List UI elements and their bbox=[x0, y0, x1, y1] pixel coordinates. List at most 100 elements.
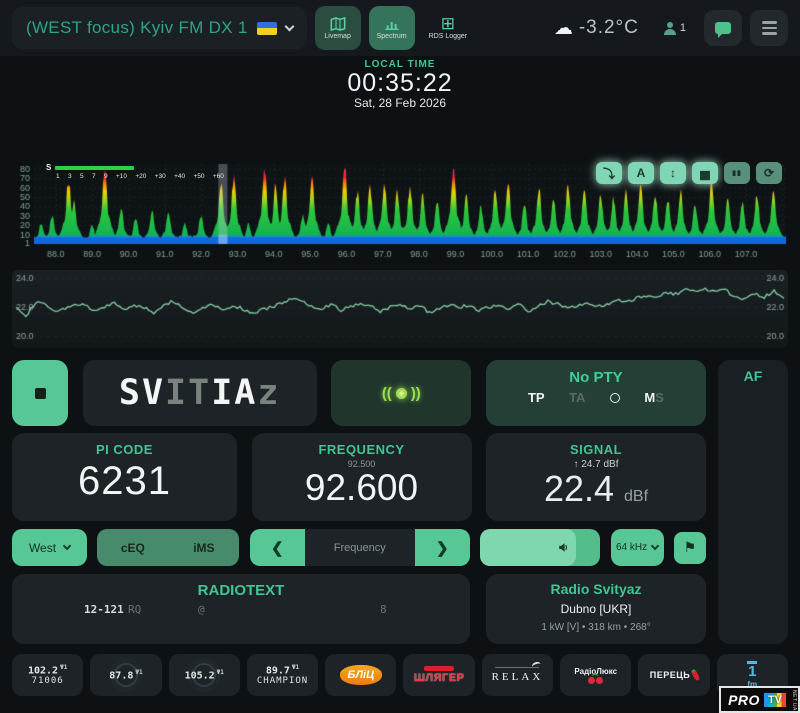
s-meter-tick: +40 bbox=[174, 173, 185, 180]
perets-logo: ПЕРЕЦЬ bbox=[650, 669, 699, 681]
signal-panel: SIGNAL ↑ 24.7 dBf 22.4 dBf bbox=[486, 433, 706, 521]
signal-history-canvas bbox=[12, 270, 788, 348]
volume-fill bbox=[480, 529, 576, 566]
grid-icon: ⊞ bbox=[441, 16, 455, 31]
hamburger-icon bbox=[762, 21, 777, 34]
tune-up-button[interactable]: ❯ bbox=[415, 529, 470, 566]
local-clock: LOCAL TIME 00:35:22 Sat, 28 Feb 2026 bbox=[0, 59, 800, 110]
scroll-to-tuned-button[interactable]: ⤵ bbox=[596, 162, 622, 184]
preset-frequency: 102.2Ψ1 bbox=[28, 664, 67, 676]
transmitter-info-panel: Radio Svityaz Dubno [UKR] 1 kW [V] • 318… bbox=[486, 574, 706, 644]
pty-value: No PTY bbox=[486, 369, 706, 386]
bandwidth-dropdown[interactable]: 64 kHz bbox=[611, 529, 664, 566]
s-meter-tick: +60 bbox=[213, 173, 224, 180]
preset-button-6[interactable]: ШЛЯГЕР bbox=[403, 654, 474, 696]
livemap-button[interactable]: Livemap bbox=[315, 6, 361, 50]
preset-button-8[interactable]: РадіоЛюкс bbox=[560, 654, 631, 696]
region-dropdown[interactable]: West bbox=[12, 529, 87, 566]
eq-button[interactable]: cEQ bbox=[97, 529, 168, 566]
transmitter-details: 1 kW [V] • 318 km • 268° bbox=[486, 622, 706, 633]
station-title: (WEST focus) Kyiv FM DX 1 bbox=[26, 18, 248, 38]
pi-code-title: PI CODE bbox=[12, 442, 237, 457]
preset-button-7[interactable]: RELAX bbox=[482, 654, 553, 696]
bandwidth-value: 64 kHz bbox=[616, 542, 647, 553]
preset-button-1[interactable]: 102.2Ψ171006 bbox=[12, 654, 83, 696]
stereo-indicator-icon bbox=[610, 393, 620, 403]
spectrum-button[interactable]: Spectrum bbox=[369, 6, 415, 50]
preset-button-9[interactable]: ПЕРЕЦЬ bbox=[638, 654, 709, 696]
shlyager-logo: ШЛЯГЕР bbox=[414, 672, 465, 684]
preset-button-4[interactable]: 89.7Ψ1CHAMPION bbox=[247, 654, 318, 696]
frequency-input[interactable]: Frequency bbox=[305, 529, 415, 566]
pause-button[interactable]: ▮▮ bbox=[724, 162, 750, 184]
cherries-icon bbox=[588, 677, 603, 684]
radiotext-content: 12-121 RQ @8 bbox=[12, 603, 470, 623]
transmitter-name: Radio Svityaz bbox=[486, 581, 706, 597]
station-selector[interactable]: (WEST focus) Kyiv FM DX 1 bbox=[12, 7, 307, 49]
pi-code-panel: PI CODE 6231 bbox=[12, 433, 237, 521]
chevron-down-icon bbox=[284, 21, 294, 31]
tune-down-button[interactable]: ❮ bbox=[250, 529, 305, 566]
preset-row: 102.2Ψ17100687.8Ψ1105.2Ψ189.7Ψ1CHAMPIONБ… bbox=[12, 654, 788, 696]
region-value: West bbox=[29, 541, 56, 555]
menu-button[interactable] bbox=[750, 10, 788, 46]
protv-pro-text: PRO bbox=[728, 692, 760, 708]
s-meter-tick: +50 bbox=[193, 173, 204, 180]
af-list-panel: AF bbox=[718, 360, 788, 644]
green-square-toggle[interactable] bbox=[12, 360, 68, 426]
signal-value: 22.4 dBf bbox=[486, 470, 706, 515]
ps-name: SVITIAz bbox=[119, 373, 281, 413]
main-panels: SVITIAz (( )) No PTY TP TA MS PI CODE 62… bbox=[12, 360, 788, 644]
auto-mode-button[interactable]: A bbox=[628, 162, 654, 184]
s-meter-tick: 3 bbox=[68, 173, 72, 180]
preset-button-2[interactable]: 87.8Ψ1 bbox=[90, 654, 161, 696]
radiotext-fragment: 8 bbox=[380, 603, 387, 616]
frequency-title: FREQUENCY bbox=[252, 442, 472, 457]
radiotext-fragment: RQ bbox=[128, 603, 141, 616]
rds-logger-button[interactable]: ⊞ RDS Logger bbox=[423, 6, 474, 50]
ta-flag: TA bbox=[569, 390, 585, 405]
refresh-button[interactable]: ⟳ bbox=[756, 162, 782, 184]
preset-button-5[interactable]: БЛіЦ bbox=[325, 654, 396, 696]
placeholder-logo-icon bbox=[114, 663, 138, 687]
chat-icon bbox=[715, 22, 731, 34]
transmitter-city: Dubno [UKR] bbox=[486, 602, 706, 616]
pi-code-value: 6231 bbox=[12, 457, 237, 505]
graph-style-button[interactable]: ▅ bbox=[692, 162, 718, 184]
s-meter: S 13579+10+20+30+40+50+60 bbox=[46, 163, 226, 180]
preset-label: CHAMPION bbox=[257, 676, 308, 686]
blitz-fm-logo: БЛіЦ bbox=[340, 665, 383, 685]
s-meter-tick: 1 bbox=[56, 173, 60, 180]
chat-button[interactable] bbox=[704, 10, 742, 46]
relax-logo: RELAX bbox=[492, 671, 544, 683]
s-meter-tick: 5 bbox=[80, 173, 84, 180]
eq-ims-toggle: cEQ iMS bbox=[97, 529, 239, 566]
protv-net-text: NET.UA bbox=[791, 690, 797, 711]
logo-accent bbox=[424, 666, 454, 671]
ims-button[interactable]: iMS bbox=[168, 529, 239, 566]
radiotext-fragment: @ bbox=[198, 603, 205, 616]
cloud-icon: ☁ bbox=[554, 17, 573, 40]
radiotext-fragment: 12-121 bbox=[84, 603, 124, 616]
bird-icon bbox=[495, 667, 539, 668]
speaker-icon bbox=[557, 541, 570, 554]
antenna-icon: Ψ1 bbox=[60, 664, 67, 671]
pty-panel: No PTY TP TA MS bbox=[486, 360, 706, 426]
s-meter-tick: +20 bbox=[135, 173, 146, 180]
spectrum-toolbar: ⤵ A ↕ ▅ ▮▮ ⟳ bbox=[596, 162, 782, 184]
one-fm-logo: 1fm bbox=[747, 661, 757, 689]
pepper-icon bbox=[691, 669, 701, 682]
preset-frequency: 89.7Ψ1 bbox=[266, 664, 299, 676]
volume-slider[interactable] bbox=[480, 529, 600, 566]
spectrum-graph-section: S 13579+10+20+30+40+50+60 ⤵A↕▅▮▮⟳ bbox=[0, 160, 800, 260]
placeholder-logo-icon bbox=[192, 663, 216, 687]
audio-stream-button[interactable]: (( )) bbox=[331, 360, 471, 426]
autoscale-button[interactable]: ↕ bbox=[660, 162, 686, 184]
report-flag-button[interactable]: ⚑ bbox=[674, 532, 706, 564]
preset-button-3[interactable]: 105.2Ψ1 bbox=[169, 654, 240, 696]
s-meter-tick: +30 bbox=[155, 173, 166, 180]
chevron-down-icon bbox=[651, 542, 659, 550]
antenna-icon: Ψ1 bbox=[217, 669, 224, 676]
s-meter-tick: 9 bbox=[104, 173, 108, 180]
square-icon bbox=[35, 388, 46, 399]
